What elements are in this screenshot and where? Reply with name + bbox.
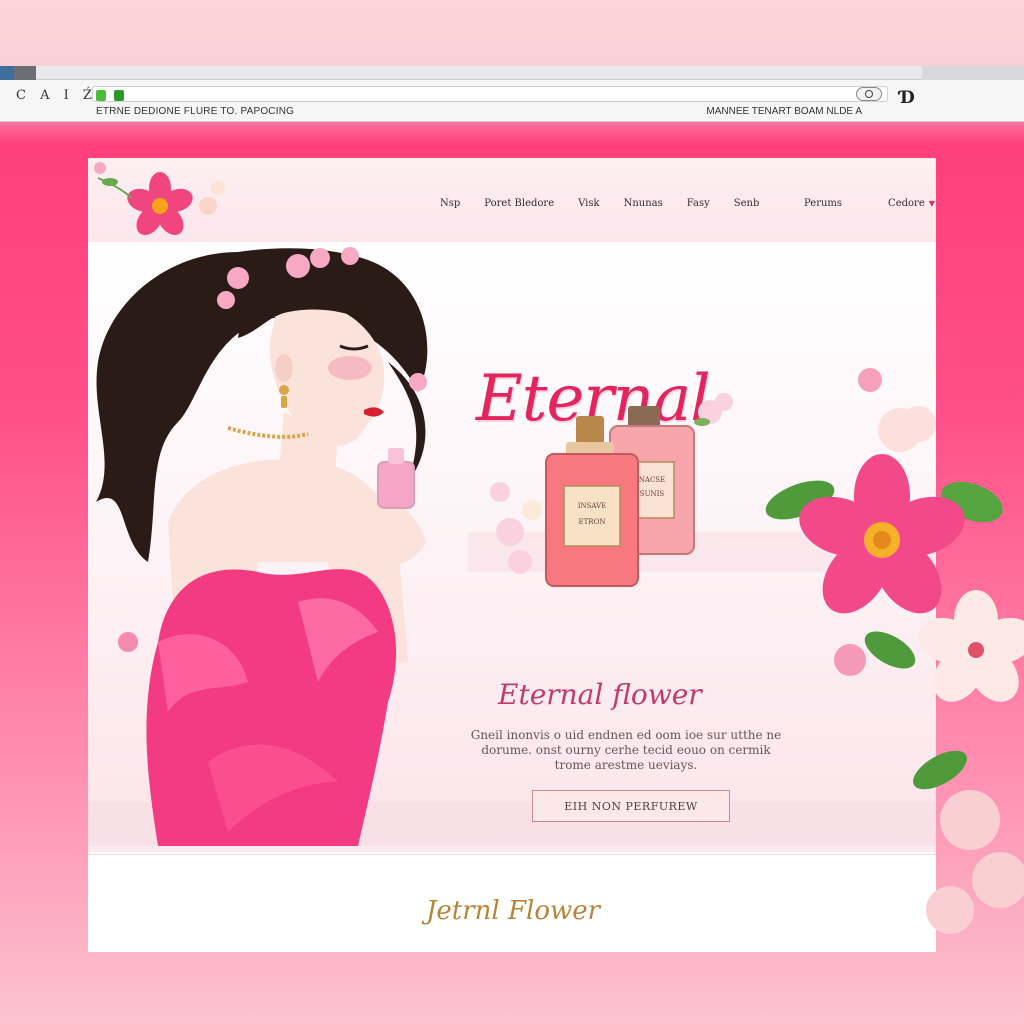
nav-right: Perums Cedore ▼ xyxy=(804,198,936,209)
footer-title: Jetrnl Flower xyxy=(426,896,601,926)
page-title: ETRNE DEDIONE FLURE TO. PAPOCING xyxy=(96,106,295,117)
hero-description: Gneil inonvis o uid endnen ed oom ioe su… xyxy=(470,728,782,772)
nav-link-5[interactable]: Fasy xyxy=(687,198,710,209)
nav-link-1[interactable]: Nsp xyxy=(440,198,460,209)
main-nav: Nsp Poret Bledore Visk Nnunas Fasy Senb xyxy=(440,198,783,209)
address-bar[interactable] xyxy=(92,86,888,102)
nav-link-3[interactable]: Visk xyxy=(578,198,599,209)
extension-icon[interactable] xyxy=(114,90,124,101)
nav-link-dropdown[interactable]: Cedore ▼ xyxy=(888,198,935,209)
svg-text:NACSE: NACSE xyxy=(639,476,665,484)
nav-buttons[interactable]: C A I Ź xyxy=(16,88,97,103)
favicon-icon xyxy=(96,90,106,101)
site-header: Nsp Poret Bledore Visk Nnunas Fasy Senb … xyxy=(88,158,936,242)
nav-dropdown-label: Cedore xyxy=(888,198,925,209)
nav-link-2[interactable]: Poret Bledore xyxy=(484,198,554,209)
browser-logo-icon[interactable]: Ɗ xyxy=(900,88,915,108)
nav-link-6[interactable]: Senb xyxy=(734,198,760,209)
perfume-bottles-illustration: NACSE SUNIS INSAVE ETRON xyxy=(490,393,733,587)
nav-link-perfumes[interactable]: Perums xyxy=(804,198,842,209)
browser-toolbar: C A I Ź Ɗ ETRNE DEDIONE FLURE TO. PAPOCI… xyxy=(0,80,1024,122)
caret-down-icon: ▼ xyxy=(928,199,935,208)
svg-text:SUNIS: SUNIS xyxy=(640,490,665,498)
decorative-flowers xyxy=(765,368,1024,934)
header-flower-icon xyxy=(94,162,225,236)
tab-indicator xyxy=(14,66,36,80)
background-top xyxy=(0,0,1024,66)
browser-tab-strip xyxy=(0,66,1024,80)
page-url-info: MANNEE TENART BOAM NLDE A xyxy=(706,106,862,117)
svg-text:INSAVE: INSAVE xyxy=(578,502,607,510)
woman-illustration xyxy=(96,247,428,846)
shop-perfume-button[interactable]: EIH NON PERFUREW xyxy=(532,790,730,822)
svg-text:ETRON: ETRON xyxy=(579,518,606,526)
nav-link-4[interactable]: Nnunas xyxy=(624,198,663,209)
search-icon[interactable] xyxy=(856,87,882,101)
